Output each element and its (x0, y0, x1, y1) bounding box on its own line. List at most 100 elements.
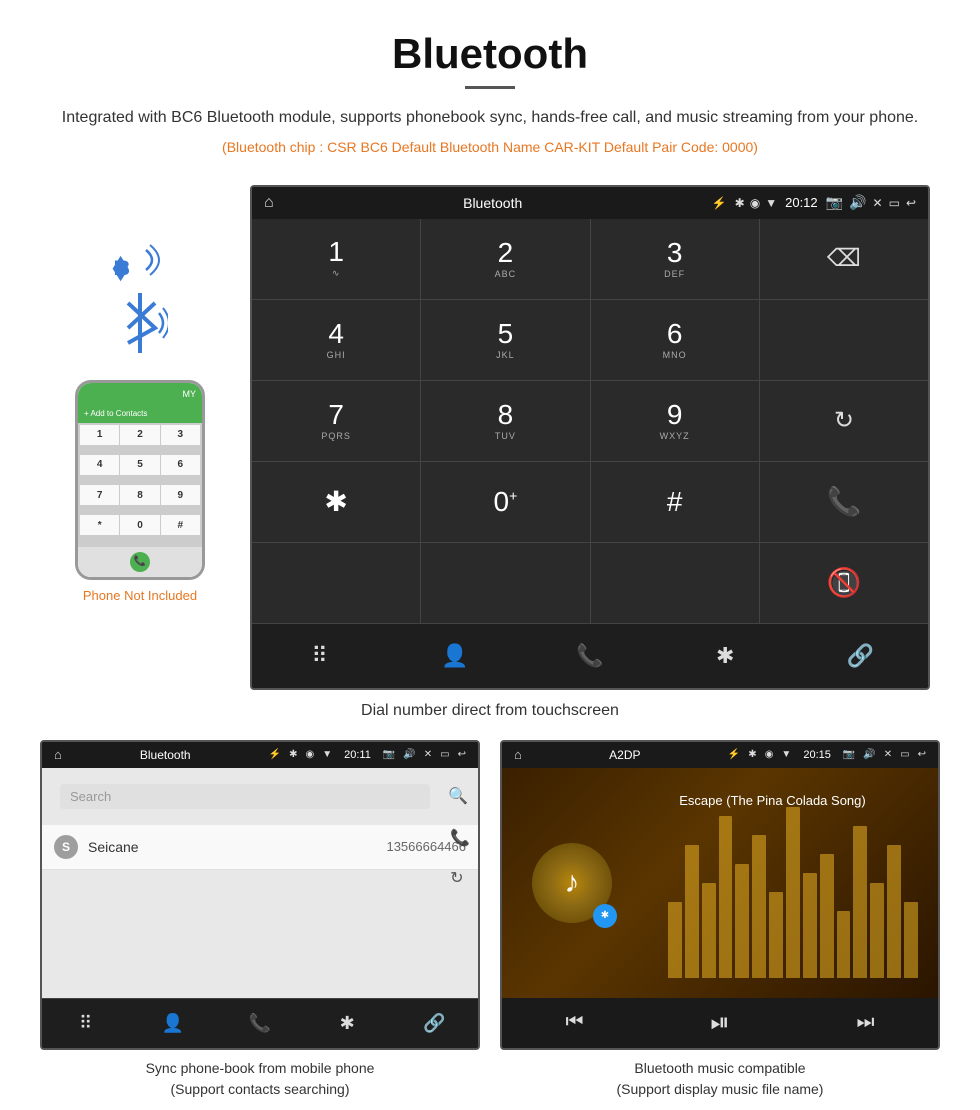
toolbar-link-btn[interactable]: 🔗 (835, 631, 885, 681)
phone-key-5[interactable]: 5 (120, 455, 159, 475)
phonebook-toolbar-dialpad[interactable]: ⠿ (61, 998, 111, 1048)
music-status-bar: ⌂ A2DP ⚡ ✱ ◉ ▼ 20:15 📷 🔊 ✕ ▭ ↩ (502, 742, 938, 768)
usb-icon: ⚡ (712, 196, 727, 210)
toolbar-bluetooth-btn[interactable]: ✱ (700, 631, 750, 681)
refresh-icon[interactable]: ↻ (450, 868, 470, 888)
toolbar-dialpad-btn[interactable]: ⠿ (295, 631, 345, 681)
phone-dialpad: 1 2 3 4 5 6 7 8 9 * 0 # (78, 423, 202, 547)
dial-key-star[interactable]: ✱ (252, 462, 420, 542)
phonebook-status-bar: ⌂ Bluetooth ⚡ ✱ ◉ ▼ 20:11 📷 🔊 ✕ ▭ ↩ (42, 742, 478, 768)
eq-bar-9 (803, 873, 817, 978)
phone-key-7[interactable]: 7 (80, 485, 119, 505)
music-vol-icon[interactable]: 🔊 (863, 749, 875, 760)
next-track-button[interactable]: ⏭ (857, 1011, 875, 1034)
phonebook-back-icon[interactable]: ↩ (458, 749, 466, 760)
search-icon[interactable]: 🔍 (448, 786, 468, 806)
phonebook-toolbar-bt[interactable]: ✱ (322, 998, 372, 1048)
dial-key-5[interactable]: 5 JKL (421, 300, 589, 380)
dial-key-answer[interactable]: 📞 (760, 462, 928, 542)
eq-bar-6 (752, 835, 766, 978)
toolbar-calls-btn[interactable]: 📞 (565, 631, 615, 681)
dial-key-8[interactable]: 8 TUV (421, 381, 589, 461)
dial-key-2[interactable]: 2 ABC (421, 219, 589, 299)
main-caption: Dial number direct from touchscreen (0, 702, 980, 720)
page-header: Bluetooth Integrated with BC6 Bluetooth … (0, 0, 980, 185)
phone-key-6[interactable]: 6 (161, 455, 200, 475)
volume-icon[interactable]: 🔊 (849, 194, 866, 211)
dial-key-7[interactable]: 7 PQRS (252, 381, 420, 461)
music-win-icon[interactable]: ▭ (900, 749, 909, 760)
phone-bottom-bar: 📞 (78, 547, 202, 577)
home-icon[interactable]: ⌂ (264, 194, 274, 212)
dial-key-backspace[interactable]: ⌫ (760, 219, 928, 299)
music-screenshot: ⌂ A2DP ⚡ ✱ ◉ ▼ 20:15 📷 🔊 ✕ ▭ ↩ Escape (T… (500, 740, 940, 1100)
page-title: Bluetooth (20, 30, 960, 78)
phone-key-3[interactable]: 3 (161, 425, 200, 445)
phonebook-x-icon[interactable]: ✕ (424, 749, 432, 760)
dial-key-empty-r2 (760, 300, 928, 380)
phonebook-vol-icon[interactable]: 🔊 (403, 749, 415, 760)
eq-bar-4 (719, 816, 733, 978)
phone-key-1[interactable]: 1 (80, 425, 119, 445)
phone-key-9[interactable]: 9 (161, 485, 200, 505)
camera-icon[interactable]: 📷 (826, 194, 843, 211)
android-toolbar: ⠿ 👤 📞 ✱ 🔗 (252, 623, 928, 688)
phone-call-button[interactable]: 📞 (130, 552, 150, 572)
phone-key-hash[interactable]: # (161, 515, 200, 535)
eq-bar-8 (786, 807, 800, 978)
eq-bar-10 (820, 854, 834, 978)
status-icons: ✱ ◉ ▼ (735, 196, 777, 210)
signal-icon: ▼ (765, 196, 777, 210)
call-icon[interactable]: 📞 (450, 828, 470, 848)
phonebook-signal-icon: ▼ (322, 749, 332, 760)
dial-key-hangup[interactable]: 📵 (760, 543, 928, 623)
dial-key-1[interactable]: 1 ∿ (252, 219, 420, 299)
music-time: 20:15 (803, 749, 831, 761)
dial-key-hash[interactable]: # (591, 462, 759, 542)
music-camera-icon[interactable]: 📷 (843, 749, 855, 760)
window-icon[interactable]: ▭ (889, 196, 900, 210)
phone-key-star[interactable]: * (80, 515, 119, 535)
toolbar-contacts-btn[interactable]: 👤 (430, 631, 480, 681)
phone-key-8[interactable]: 8 (120, 485, 159, 505)
phone-key-0[interactable]: 0 (120, 515, 159, 535)
eq-bar-14 (887, 845, 901, 978)
prev-track-button[interactable]: ⏮ (565, 1011, 583, 1034)
dial-key-0[interactable]: 0+ (421, 462, 589, 542)
dial-key-9[interactable]: 9 WXYZ (591, 381, 759, 461)
phonebook-toolbar-link[interactable]: 🔗 (409, 998, 459, 1048)
music-app-name: A2DP (530, 748, 720, 762)
back-icon[interactable]: ↩ (906, 196, 916, 210)
phonebook-content: Search 🔍 S Seicane 13566664466 📞 ↻ (42, 768, 478, 998)
main-screenshot-area: ⬧ ʙ (0, 185, 980, 690)
phonebook-toolbar-user[interactable]: 👤 (148, 998, 198, 1048)
phone-screen: MY + Add to Contacts 1 2 3 4 5 6 7 8 9 *… (78, 383, 202, 577)
search-input[interactable]: Search (60, 784, 430, 809)
phonebook-android-screen: ⌂ Bluetooth ⚡ ✱ ◉ ▼ 20:11 📷 🔊 ✕ ▭ ↩ Sear… (40, 740, 480, 1050)
dial-key-sync[interactable]: ↻ (760, 381, 928, 461)
music-x-icon[interactable]: ✕ (884, 749, 892, 760)
eq-bar-12 (853, 826, 867, 978)
music-back-icon[interactable]: ↩ (918, 749, 926, 760)
phonebook-camera-icon[interactable]: 📷 (383, 749, 395, 760)
page-description: Integrated with BC6 Bluetooth module, su… (20, 105, 960, 131)
dial-key-empty-r5a (252, 543, 420, 623)
dial-key-3[interactable]: 3 DEF (591, 219, 759, 299)
contact-row[interactable]: S Seicane 13566664466 (42, 825, 478, 870)
phonebook-home-icon[interactable]: ⌂ (54, 747, 62, 762)
music-home-icon[interactable]: ⌂ (514, 747, 522, 762)
bluetooth-status-icon: ✱ (735, 196, 745, 210)
phonebook-time: 20:11 (344, 749, 371, 761)
eq-bar-3 (702, 883, 716, 978)
phonebook-screenshot: ⌂ Bluetooth ⚡ ✱ ◉ ▼ 20:11 📷 🔊 ✕ ▭ ↩ Sear… (40, 740, 480, 1100)
phone-key-2[interactable]: 2 (120, 425, 159, 445)
eq-bar-7 (769, 892, 783, 978)
bluetooth-waves-icon: ʙ (108, 235, 168, 295)
dial-key-4[interactable]: 4 GHI (252, 300, 420, 380)
phonebook-toolbar-call[interactable]: 📞 (235, 998, 285, 1048)
close-icon[interactable]: ✕ (873, 196, 883, 210)
phone-key-4[interactable]: 4 (80, 455, 119, 475)
dial-key-6[interactable]: 6 MNO (591, 300, 759, 380)
phonebook-win-icon[interactable]: ▭ (440, 749, 449, 760)
play-pause-button[interactable]: ⏯ (710, 1009, 729, 1037)
